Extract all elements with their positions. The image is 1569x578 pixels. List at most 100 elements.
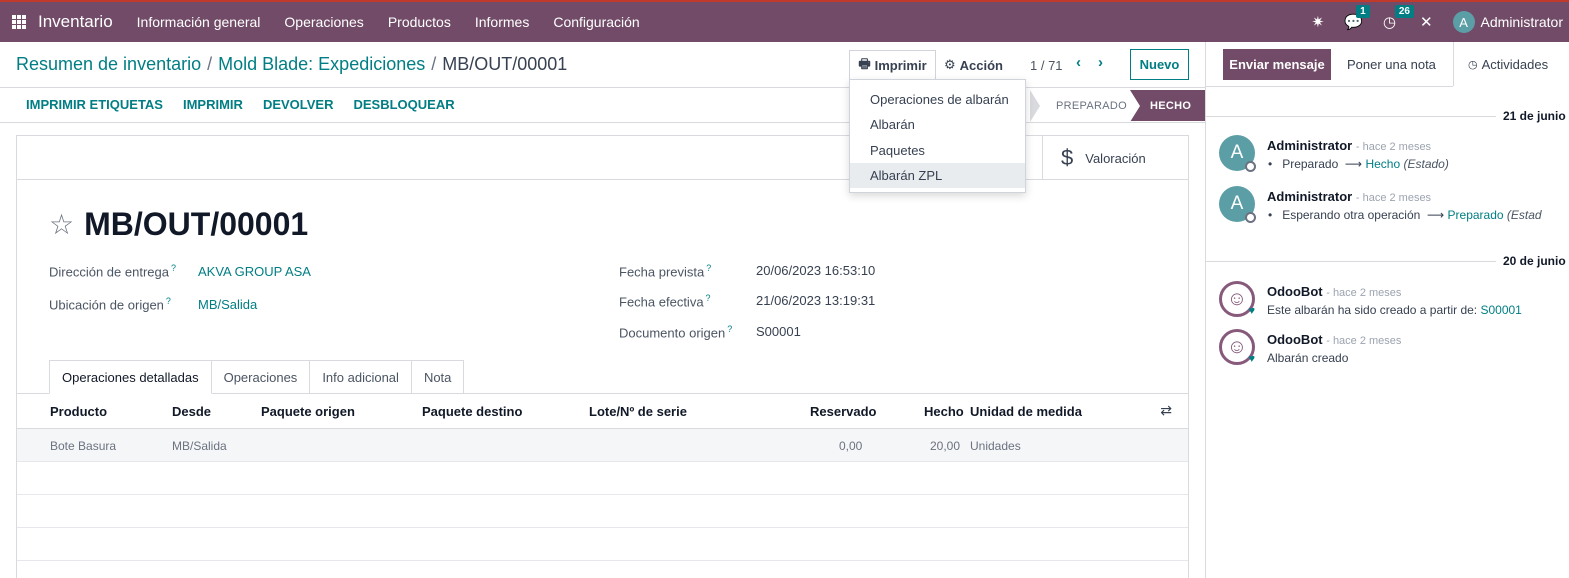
source-link[interactable]: S00001 (1480, 303, 1521, 317)
column-reservado[interactable]: Reservado (810, 404, 876, 419)
delivery-address-value[interactable]: AKVA GROUP ASA (198, 264, 311, 279)
pager-previous-icon[interactable]: ‹ (1076, 54, 1081, 71)
table-row[interactable]: Bote Basura MB/Salida 0,00 20,00 Unidade… (17, 429, 1188, 462)
heart-icon: ♥ (1248, 305, 1255, 317)
bug-icon[interactable]: ✷ (1312, 13, 1325, 31)
help-icon[interactable]: ? (706, 263, 711, 273)
menu-item-albaran[interactable]: Albarán (850, 112, 1025, 137)
top-navbar: Inventario Información general Operacion… (0, 0, 1569, 42)
record-title: MB/OUT/00001 (84, 206, 309, 242)
help-icon[interactable]: ? (727, 324, 732, 334)
user-name[interactable]: Administrator (1481, 14, 1563, 30)
column-unidad[interactable]: Unidad de medida (970, 404, 1082, 419)
print-dropdown-menu: Operaciones de albarán Albarán Paquetes … (849, 79, 1026, 193)
help-icon[interactable]: ? (171, 263, 176, 273)
messages-badge: 1 (1356, 5, 1370, 18)
status-dot (1245, 161, 1256, 172)
date-line (1206, 261, 1496, 262)
clock-icon[interactable]: ◷ 26 (1383, 5, 1414, 31)
date-separator: 21 de junio (1503, 109, 1566, 123)
menu-productos[interactable]: Productos (388, 14, 451, 30)
menu-item-paquetes[interactable]: Paquetes (850, 138, 1025, 163)
breadcrumb-separator: / (207, 54, 213, 74)
action-button[interactable]: ⚙ Acción (944, 50, 1003, 80)
dollar-icon: $ (1061, 145, 1074, 170)
odoobot-avatar[interactable]: ☺ ♥ (1219, 281, 1255, 317)
apps-icon[interactable] (12, 15, 26, 29)
help-icon[interactable]: ? (706, 293, 711, 303)
help-icon[interactable]: ? (166, 296, 171, 306)
menu-informes[interactable]: Informes (475, 14, 529, 30)
table-row-empty (17, 528, 1188, 561)
effective-date-value[interactable]: 21/06/2023 13:19:31 (756, 293, 875, 308)
activities-button[interactable]: ◷ Actividades (1468, 49, 1548, 80)
stage-preparado[interactable]: PREPARADO (1030, 90, 1130, 122)
odoobot-avatar[interactable]: ☺ ♥ (1219, 329, 1255, 365)
table-row-empty (17, 495, 1188, 528)
message-author: OdooBot - hace 2 meses (1267, 332, 1402, 347)
new-button[interactable]: Nuevo (1130, 49, 1189, 80)
chat-icon[interactable]: 💬 1 (1344, 5, 1370, 31)
log-note-button[interactable]: Poner una nota (1347, 49, 1436, 80)
column-hecho[interactable]: Hecho (924, 404, 964, 419)
cell-from: MB/Salida (172, 439, 227, 453)
valuation-label: Valoración (1085, 150, 1146, 166)
stage-hecho[interactable]: HECHO (1130, 90, 1206, 122)
breadcrumb-item-resumen[interactable]: Resumen de inventario (16, 54, 201, 74)
tab-operaciones[interactable]: Operaciones (211, 360, 311, 394)
clock-icon: ◷ (1468, 59, 1478, 71)
user-avatar[interactable]: A (1452, 11, 1475, 33)
return-button[interactable]: DEVOLVER (263, 97, 334, 112)
divider (1453, 42, 1454, 86)
arrow-right-icon: ⟶ (1344, 157, 1363, 171)
cell-product: Bote Basura (50, 439, 117, 453)
print-labels-button[interactable]: IMPRIMIR ETIQUETAS (26, 97, 163, 112)
print-label: Imprimir (874, 58, 927, 73)
menu-informacion-general[interactable]: Información general (137, 14, 261, 30)
source-location-value[interactable]: MB/Salida (198, 297, 257, 312)
unlock-button[interactable]: DESBLOQUEAR (354, 97, 455, 112)
pager-value[interactable]: 1 / 71 (1030, 58, 1063, 73)
column-desde[interactable]: Desde (172, 404, 211, 419)
delivery-address-label: Dirección de entrega? (49, 263, 176, 280)
tab-operaciones-detalladas[interactable]: Operaciones detalladas (49, 360, 212, 394)
avatar[interactable]: A (1219, 186, 1256, 223)
scheduled-date-label: Fecha prevista? (619, 263, 712, 280)
menu-item-albaran-zpl[interactable]: Albarán ZPL (850, 163, 1025, 188)
column-paquete-origen[interactable]: Paquete origen (261, 404, 355, 419)
pager-next-icon[interactable]: › (1098, 54, 1103, 71)
breadcrumb-current: MB/OUT/00001 (442, 54, 568, 74)
send-message-button[interactable]: Enviar mensaje (1223, 49, 1331, 80)
menu-operaciones[interactable]: Operaciones (284, 14, 363, 30)
tab-info-adicional[interactable]: Info adicional (310, 360, 412, 394)
form-sheet: $ Valoración ☆ MB/OUT/00001 Dirección de… (16, 135, 1189, 578)
message-body: • Esperando otra operación ⟶ Preparado (… (1268, 208, 1542, 222)
print-button[interactable]: 🖶 Imprimir (849, 50, 936, 80)
statusbar: PREPARADO HECHO (1030, 90, 1206, 122)
star-icon[interactable]: ☆ (49, 210, 74, 239)
notebook-tabs: Operaciones detalladas Operaciones Info … (49, 360, 465, 394)
tab-nota[interactable]: Nota (411, 360, 465, 394)
activities-label: Actividades (1481, 57, 1549, 72)
menu-item-operaciones-albaran[interactable]: Operaciones de albarán (850, 87, 1025, 112)
message-time: - hace 2 meses (1326, 335, 1402, 347)
optional-columns-icon[interactable]: ⇄ (1160, 402, 1172, 419)
menu-configuracion[interactable]: Configuración (553, 14, 639, 30)
cell-reserved: 0,00 (839, 439, 863, 453)
column-lote[interactable]: Lote/Nº de serie (589, 404, 687, 419)
avatar[interactable]: A (1219, 135, 1256, 172)
breadcrumb-item-expediciones[interactable]: Mold Blade: Expediciones (218, 54, 425, 74)
valuation-button[interactable]: $ Valoración (1042, 136, 1188, 180)
arrow-right-icon: ⟶ (1426, 208, 1445, 222)
breadcrumb-separator: / (431, 54, 437, 74)
source-document-value[interactable]: S00001 (756, 324, 801, 339)
app-name[interactable]: Inventario (38, 12, 113, 32)
print-header-button[interactable]: IMPRIMIR (183, 97, 243, 112)
column-producto[interactable]: Producto (50, 404, 107, 419)
tools-icon[interactable]: ✕ (1420, 13, 1433, 31)
scheduled-date-value[interactable]: 20/06/2023 16:53:10 (756, 263, 875, 278)
action-label: Acción (959, 57, 1003, 73)
column-paquete-destino[interactable]: Paquete destino (422, 404, 522, 419)
message-body: Este albarán ha sido creado a partir de:… (1267, 303, 1522, 317)
message-body: Albarán creado (1267, 351, 1349, 365)
